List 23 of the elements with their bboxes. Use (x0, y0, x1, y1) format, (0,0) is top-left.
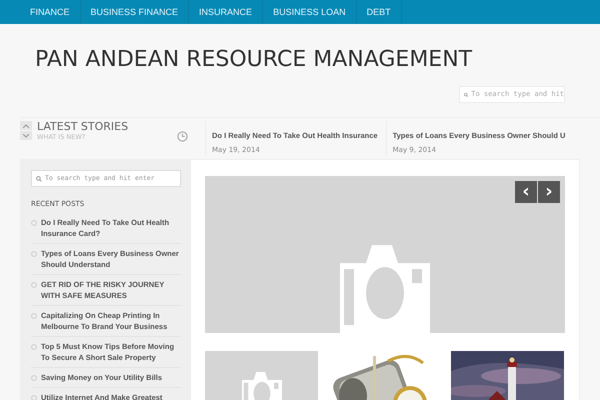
bullet-icon (31, 282, 37, 288)
nav-link[interactable]: INSURANCE (189, 0, 264, 24)
bullet-icon (31, 312, 37, 318)
search-icon (36, 176, 42, 182)
bullet-icon (31, 374, 37, 380)
site-title[interactable]: PAN ANDEAN RESOURCE MANAGEMENT (35, 46, 600, 74)
down-caret-icon (23, 134, 29, 138)
down-arrow-button[interactable] (20, 131, 32, 140)
nav-link[interactable]: DEBT (356, 0, 402, 24)
up-caret-icon (23, 124, 29, 128)
nav-link[interactable]: BUSINESS FINANCE (80, 0, 190, 24)
section-title: LATEST STORIES (37, 121, 130, 133)
previous-button[interactable]: ‹ (515, 181, 537, 203)
bullet-icon (31, 344, 37, 350)
nav-link[interactable]: BUSINESS LOAN (263, 0, 357, 24)
bullet-icon (31, 220, 37, 226)
up-arrow-button[interactable] (20, 121, 32, 130)
bullet-icon (31, 250, 37, 256)
search-icon (464, 92, 468, 98)
nav-link[interactable]: FINANCE (20, 0, 81, 24)
next-button[interactable]: › (538, 181, 560, 203)
clock-icon (177, 131, 188, 142)
bullet-icon (31, 394, 37, 400)
